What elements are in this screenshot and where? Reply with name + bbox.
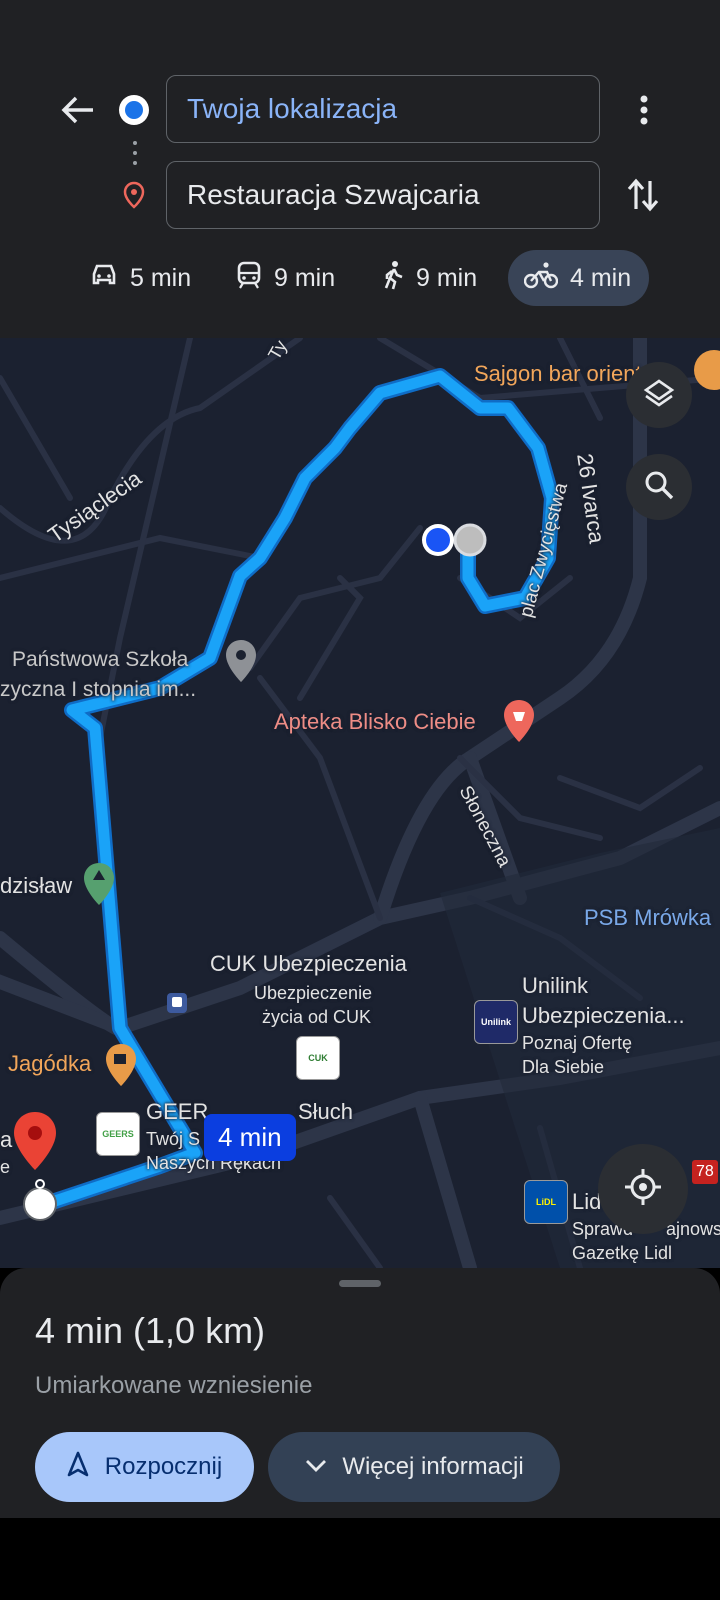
travel-mode-tabs: 5 min 9 min 9 min 4 min (0, 250, 720, 310)
chevron-down-icon (304, 1453, 328, 1481)
map-label-lidl1: Lid (572, 1189, 602, 1214)
map-label-a: a (0, 1127, 13, 1152)
mode-walk-tab[interactable]: 9 min (366, 250, 493, 306)
map-label-geers1: GEER (146, 1099, 209, 1124)
more-info-button[interactable]: Więcej informacji (268, 1432, 560, 1502)
map-label-jagodka: Jagódka (8, 1051, 92, 1076)
map-label-lidl4: Gazetkę Lidl (572, 1243, 673, 1263)
map-label-dzislaw: dzisław (0, 873, 73, 898)
navigation-arrow-icon (67, 1451, 89, 1484)
destination-input[interactable]: Restauracja Szwajcaria (166, 161, 600, 229)
current-location-marker (422, 523, 487, 557)
route-summary-title: 4 min (1,0 km) (35, 1310, 266, 1351)
school-marker-icon[interactable] (224, 638, 258, 684)
layers-icon (643, 377, 675, 414)
map-label-unilink4: Dla Siebie (522, 1057, 605, 1077)
pharmacy-marker-icon[interactable] (502, 698, 536, 744)
destination-pin-icon (120, 180, 148, 210)
map-label-e: e (0, 1157, 11, 1177)
cafe-marker-icon[interactable] (104, 1042, 138, 1088)
route-bottom-sheet: 4 min (1,0 km) Umiarkowane wzniesienie R… (0, 1268, 720, 1518)
mode-bike-label: 4 min (570, 263, 632, 292)
mode-transit-label: 9 min (274, 263, 336, 292)
mode-car-label: 5 min (130, 263, 192, 292)
my-location-button[interactable] (598, 1144, 688, 1234)
system-nav-bar (0, 1518, 720, 1600)
map-label-unilink1: Unilink (522, 973, 589, 998)
map-label-szkola2: zyczna I stopnia im... (0, 678, 197, 701)
more-vert-icon[interactable] (622, 88, 666, 132)
mode-walk-label: 9 min (416, 263, 478, 292)
unilink-logo[interactable]: Unilink (474, 1000, 518, 1044)
map-label-geers2: Słuch (298, 1099, 354, 1124)
transit-icon (236, 261, 262, 296)
mode-car-tab[interactable]: 5 min (74, 250, 207, 306)
map-label-cuk1: CUK Ubezpieczenia (210, 951, 407, 976)
back-arrow-icon[interactable] (56, 88, 100, 132)
origin-dot-icon (118, 94, 150, 126)
my-location-icon (623, 1167, 663, 1212)
drag-handle[interactable] (339, 1280, 381, 1287)
walk-icon (382, 260, 404, 297)
swap-icon[interactable] (620, 172, 666, 218)
bike-icon (523, 261, 559, 296)
lidl-logo[interactable]: LiDL (524, 1180, 568, 1224)
search-button[interactable] (626, 454, 692, 520)
map-label-psb: PSB Mrówka (584, 905, 712, 930)
map-view[interactable]: CUK Unilink GEERS LiDL Ty Tysiąclecia Sa… (0, 338, 720, 1268)
route-dots (132, 140, 138, 171)
park-marker-icon[interactable] (82, 861, 116, 907)
route-start-marker (23, 1179, 57, 1221)
search-icon (644, 470, 674, 505)
map-label-sajgon: Sajgon bar orient (474, 361, 642, 386)
map-label-cuk3: życia od CUK (262, 1007, 372, 1027)
layers-button[interactable] (626, 362, 692, 428)
road-78-badge: 78 (692, 1160, 718, 1184)
geers-logo[interactable]: GEERS (96, 1112, 140, 1156)
destination-marker-icon[interactable] (12, 1110, 58, 1172)
map-label-geers3: Twój S (146, 1129, 201, 1149)
origin-input[interactable]: Twoja lokalizacja (166, 75, 600, 143)
map-label-cuk2: Ubezpieczenie (254, 983, 373, 1003)
start-navigation-label: Rozpocznij (104, 1453, 223, 1480)
map-label-apteka: Apteka Blisko Ciebie (274, 709, 476, 734)
mode-transit-tab[interactable]: 9 min (220, 250, 351, 306)
start-navigation-button[interactable]: Rozpocznij (35, 1432, 254, 1502)
map-label-unilink3: Poznaj Ofertę (522, 1033, 633, 1053)
bus-stop-icon[interactable] (166, 992, 188, 1014)
directions-header: Twoja lokalizacja Restauracja Szwajcaria… (0, 0, 720, 338)
more-info-label: Więcej informacji (342, 1453, 524, 1480)
car-icon (90, 262, 118, 295)
route-elevation-text: Umiarkowane wzniesienie (35, 1372, 313, 1399)
mode-bike-tab[interactable]: 4 min (508, 250, 649, 306)
map-label-unilink2: Ubezpieczenia... (522, 1003, 685, 1028)
route-time-badge[interactable]: 4 min (204, 1114, 296, 1161)
map-label-szkola1: Państwowa Szkoła (12, 648, 189, 671)
cuk-logo[interactable]: CUK (296, 1036, 340, 1080)
